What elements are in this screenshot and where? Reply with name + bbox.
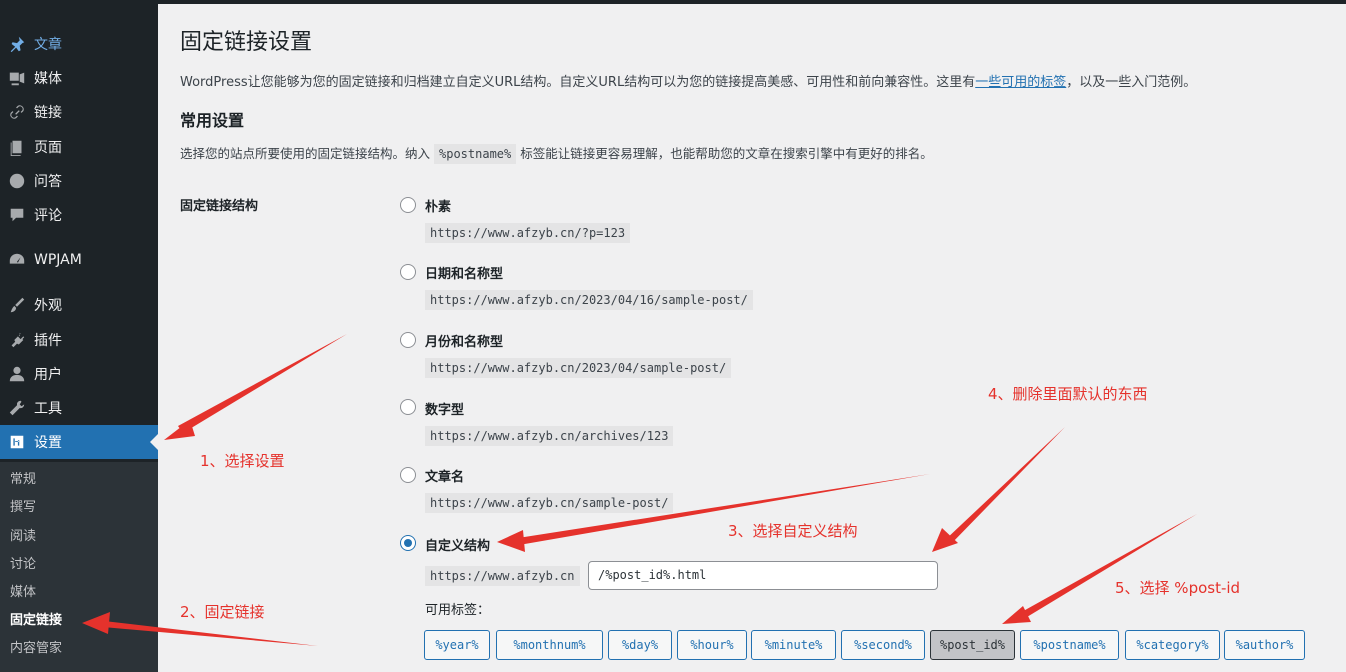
desc-text: WordPress让您能够为您的固定链接和归档建立自定义URL结构。自定义URL… xyxy=(180,75,976,90)
submenu-writing[interactable]: 撰写 xyxy=(10,498,36,518)
menu-label: 外观 xyxy=(34,298,62,314)
menu-links[interactable]: 链接 xyxy=(0,95,158,129)
menu-label: 页面 xyxy=(34,140,62,156)
submenu-content-manager[interactable]: 内容管家 xyxy=(10,639,62,659)
tag-button-day[interactable]: %day% xyxy=(608,630,672,660)
annotation-step5: 5、选择 %post-id xyxy=(1115,579,1241,597)
tag-button-post-id[interactable]: %post_id% xyxy=(930,630,1015,660)
page-description: WordPress让您能够为您的固定链接和归档建立自定义URL结构。自定义URL… xyxy=(180,71,1196,90)
current-menu-arrow xyxy=(150,434,158,450)
annotation-step4: 4、删除里面默认的东西 xyxy=(988,385,1148,403)
option-label-day-name: 日期和名称型 xyxy=(425,267,504,282)
submenu-discussion[interactable]: 讨论 xyxy=(10,555,36,575)
submenu-media[interactable]: 媒体 xyxy=(10,583,36,603)
menu-label: WPJAM xyxy=(34,252,82,268)
menu-users[interactable]: 用户 xyxy=(0,357,158,391)
section-desc-text-end: 标签能让链接更容易理解，也能帮助您的文章在搜索引擎中有更好的排名。 xyxy=(520,146,933,161)
menu-comments[interactable]: 评论 xyxy=(0,198,158,232)
option-label-month-name: 月份和名称型 xyxy=(425,335,504,350)
radio-day-name[interactable] xyxy=(400,264,416,280)
arrow-step4-head xyxy=(932,528,958,552)
option-label-numeric: 数字型 xyxy=(425,403,465,418)
example-plain: https://www.afzyb.cn/?p=123 xyxy=(425,223,631,243)
menu-qa[interactable]: 问答 xyxy=(0,164,158,198)
radio-month-name[interactable] xyxy=(400,332,416,348)
section-desc-text: 选择您的站点所要使用的固定链接结构。纳入 xyxy=(180,146,431,161)
menu-label: 链接 xyxy=(34,105,62,121)
settings-icon xyxy=(7,432,27,452)
arrow-step1-head xyxy=(164,420,195,440)
link-icon xyxy=(7,102,27,122)
tag-button-category[interactable]: %category% xyxy=(1125,630,1220,660)
menu-label: 文章 xyxy=(34,37,62,53)
question-icon xyxy=(7,171,27,191)
page-icon xyxy=(7,137,27,157)
postname-code: %postname% xyxy=(434,144,517,164)
arrow-step1 xyxy=(178,334,347,433)
top-admin-bar xyxy=(0,0,1346,4)
menu-plugins[interactable]: 插件 xyxy=(0,323,158,357)
arrow-step4 xyxy=(944,427,1065,546)
menu-tools[interactable]: 工具 xyxy=(0,391,158,425)
menu-label: 问答 xyxy=(34,174,62,190)
submenu-permalinks[interactable]: 固定链接 xyxy=(10,611,62,631)
annotation-step2: 2、固定链接 xyxy=(180,603,265,621)
menu-settings[interactable]: 设置 xyxy=(0,425,158,459)
section-title: 常用设置 xyxy=(180,111,245,130)
radio-custom-structure[interactable] xyxy=(400,535,416,551)
submenu-reading[interactable]: 阅读 xyxy=(10,527,36,547)
example-post-name: https://www.afzyb.cn/sample-post/ xyxy=(425,493,674,513)
menu-wpjam[interactable]: WPJAM xyxy=(0,243,158,277)
menu-label: 工具 xyxy=(34,401,62,417)
tag-button-author[interactable]: %author% xyxy=(1224,630,1305,660)
custom-base-url: https://www.afzyb.cn xyxy=(425,566,580,586)
media-icon xyxy=(7,68,27,88)
example-day-name: https://www.afzyb.cn/2023/04/16/sample-p… xyxy=(425,290,753,310)
settings-submenu: 常规 撰写 阅读 讨论 媒体 固定链接 内容管家 xyxy=(0,462,158,672)
plugin-icon xyxy=(7,330,27,350)
permalink-structure-label: 固定链接结构 xyxy=(180,199,259,214)
tag-button-minute[interactable]: %minute% xyxy=(751,630,836,660)
menu-appearance[interactable]: 外观 xyxy=(0,288,158,322)
tag-button-postname[interactable]: %postname% xyxy=(1020,630,1119,660)
menu-media[interactable]: 媒体 xyxy=(0,61,158,95)
submenu-general[interactable]: 常规 xyxy=(10,470,36,490)
section-description: 选择您的站点所要使用的固定链接结构。纳入 %postname% 标签能让链接更容… xyxy=(180,143,933,164)
brush-icon xyxy=(7,295,27,315)
radio-numeric[interactable] xyxy=(400,399,416,415)
desc-text-end: ，以及一些入门范例。 xyxy=(1066,75,1197,90)
menu-label: 插件 xyxy=(34,333,62,349)
menu-label: 媒体 xyxy=(34,71,62,87)
arrow-step3-head xyxy=(497,530,525,552)
arrow-step5 xyxy=(1018,514,1197,620)
menu-label: 评论 xyxy=(34,208,62,224)
menu-label: 设置 xyxy=(34,435,62,451)
tag-button-hour[interactable]: %hour% xyxy=(677,630,747,660)
annotation-step1: 1、选择设置 xyxy=(200,452,285,470)
available-tags-label: 可用标签： xyxy=(425,603,491,618)
option-label-post-name: 文章名 xyxy=(425,470,465,485)
menu-posts[interactable]: 文章 xyxy=(0,27,158,61)
radio-plain[interactable] xyxy=(400,197,416,213)
custom-structure-input[interactable]: /%post_id%.html xyxy=(588,561,938,590)
pin-icon xyxy=(7,34,27,54)
user-icon xyxy=(7,364,27,384)
menu-label: 用户 xyxy=(34,367,62,383)
example-month-name: https://www.afzyb.cn/2023/04/sample-post… xyxy=(425,358,732,378)
available-tags-link[interactable]: 一些可用的标签 xyxy=(975,75,1066,90)
option-label-custom: 自定义结构 xyxy=(425,539,491,554)
tag-button-year[interactable]: %year% xyxy=(424,630,490,660)
tag-button-monthnum[interactable]: %monthnum% xyxy=(496,630,603,660)
tag-button-second[interactable]: %second% xyxy=(841,630,925,660)
example-numeric: https://www.afzyb.cn/archives/123 xyxy=(425,426,674,446)
radio-post-name[interactable] xyxy=(400,467,416,483)
option-label-plain: 朴素 xyxy=(425,200,452,215)
annotation-step3: 3、选择自定义结构 xyxy=(728,522,858,540)
arrow-step5-head xyxy=(1002,606,1031,624)
page-title: 固定链接设置 xyxy=(180,30,313,55)
wrench-icon xyxy=(7,398,27,418)
gauge-icon xyxy=(7,250,27,270)
menu-pages[interactable]: 页面 xyxy=(0,130,158,164)
comment-icon xyxy=(7,205,27,225)
